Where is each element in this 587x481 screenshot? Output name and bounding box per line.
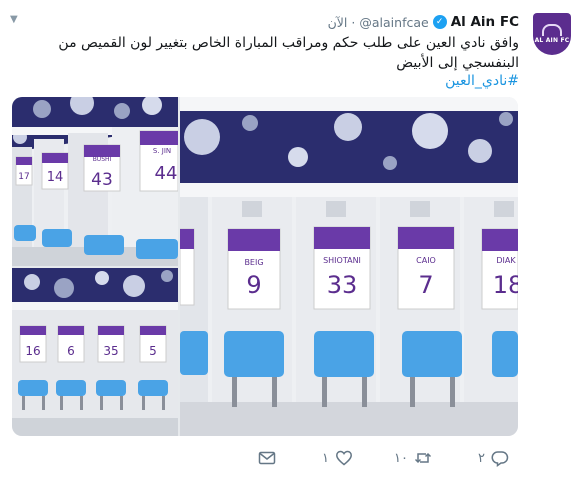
- jersey-number: 17: [18, 172, 29, 182]
- reply-button[interactable]: ٢: [478, 449, 509, 467]
- separator: ·: [351, 14, 356, 30]
- jersey-number: 5: [149, 344, 157, 358]
- jersey-number: 9: [246, 271, 261, 299]
- tweet-header: Al Ain FC ✓ @alainfcae · الآن: [328, 12, 519, 32]
- hashtag-link[interactable]: #نادي_العين: [445, 73, 519, 89]
- jersey-number: 44: [155, 163, 178, 184]
- jersey-number: 16: [25, 344, 40, 358]
- jersey-number: 6: [67, 344, 75, 358]
- avatar-label: AL AIN FC: [534, 37, 570, 44]
- photo-locker-room-1[interactable]: 17 14 BUSHI 43 S. JIN 44: [12, 97, 178, 266]
- like-icon: [336, 450, 352, 466]
- reply-count: ٢: [478, 450, 485, 466]
- jersey-number: 35: [103, 344, 118, 358]
- tweet-text: وافق نادي العين على طلب حكم ومراقب المبا…: [58, 35, 519, 71]
- jersey-number: 14: [47, 170, 64, 185]
- dm-icon: [258, 451, 276, 465]
- jersey-name: DIAK: [496, 256, 516, 265]
- photo-locker-room-3[interactable]: BEIG 9 SHIOTANI 33 CAIO 7 DIAK 18: [180, 97, 518, 436]
- jersey-number: 7: [418, 271, 433, 299]
- retweet-icon: [414, 452, 431, 464]
- tweet-actions: ١ ١٠ ٢: [258, 449, 518, 469]
- like-count: ١: [322, 450, 329, 466]
- reply-icon: [491, 451, 509, 467]
- like-button[interactable]: ١: [322, 449, 353, 467]
- caret-down-icon[interactable]: ▼: [10, 14, 18, 25]
- crest-icon: [542, 24, 562, 36]
- jersey-name: CAIO: [416, 256, 436, 265]
- dm-button[interactable]: [258, 449, 276, 467]
- jersey-number: 18: [493, 271, 518, 299]
- author-name[interactable]: Al Ain FC: [451, 14, 519, 30]
- retweet-button[interactable]: ١٠: [394, 449, 432, 467]
- avatar[interactable]: AL AIN FC: [533, 13, 571, 55]
- photo-locker-room-2[interactable]: 16 6 35 5: [12, 268, 178, 436]
- retweet-count: ١٠: [394, 450, 408, 466]
- jersey-number: 43: [91, 170, 113, 190]
- verified-icon: ✓: [432, 15, 447, 29]
- author-handle[interactable]: @alainfcae: [359, 15, 428, 30]
- jersey-name: BEIG: [244, 258, 263, 267]
- photo-grid: 17 14 BUSHI 43 S. JIN 44 16 6 35 5 BEIG …: [12, 97, 518, 436]
- jersey-number: 33: [327, 271, 358, 299]
- jersey-name: S. JIN: [153, 147, 171, 155]
- tweet-card: ▼ AL AIN FC Al Ain FC ✓ @alainfcae · الآ…: [0, 0, 587, 481]
- jersey-name: BUSHI: [93, 156, 112, 163]
- timestamp[interactable]: الآن: [328, 15, 348, 30]
- jersey-name: SHIOTANI: [323, 256, 361, 265]
